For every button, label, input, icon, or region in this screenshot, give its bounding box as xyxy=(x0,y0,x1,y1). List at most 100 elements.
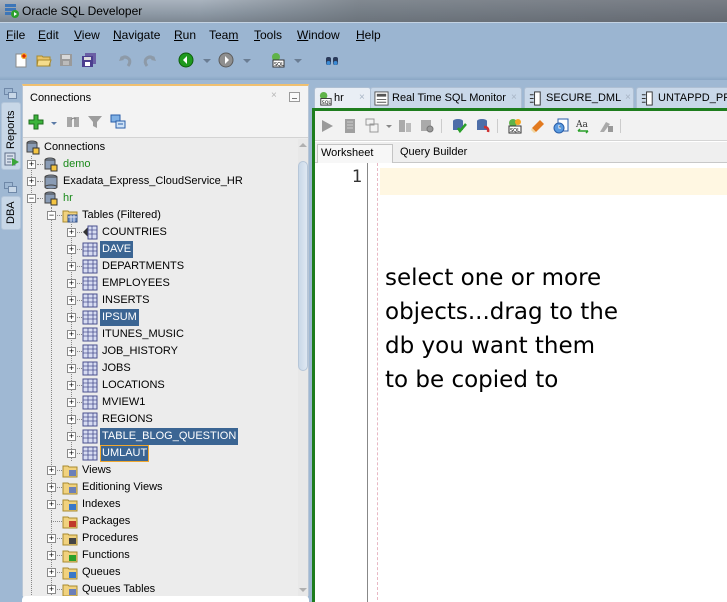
sql-history-icon[interactable] xyxy=(553,118,569,134)
close-icon[interactable]: × xyxy=(271,90,277,101)
menu-edit[interactable]: Edit xyxy=(38,28,59,42)
explain-plan-icon[interactable] xyxy=(397,118,413,134)
expand-icon[interactable]: + xyxy=(67,279,76,288)
expand-icon[interactable]: + xyxy=(67,228,76,237)
expand-icon[interactable]: + xyxy=(47,585,56,594)
menu-view[interactable]: View xyxy=(74,28,100,42)
subtab-query-builder[interactable]: Query Builder xyxy=(397,144,470,163)
refresh-icon[interactable] xyxy=(65,114,81,130)
minimize-icon[interactable] xyxy=(289,92,300,102)
open-folder-icon[interactable] xyxy=(36,52,52,68)
forward-icon[interactable] xyxy=(218,52,234,68)
sql-worksheet-dropdown-arrow[interactable] xyxy=(294,59,302,63)
back-dropdown-arrow[interactable] xyxy=(203,59,211,63)
commit-icon[interactable] xyxy=(451,118,467,134)
expand-icon[interactable]: + xyxy=(67,296,76,305)
expand-icon[interactable]: + xyxy=(27,177,36,186)
autotrace-icon[interactable] xyxy=(365,118,381,134)
expand-icon[interactable]: + xyxy=(47,500,56,509)
expand-icon[interactable]: + xyxy=(67,415,76,424)
filter-icon[interactable] xyxy=(87,114,103,130)
expand-icon[interactable]: + xyxy=(47,483,56,492)
expand-icon[interactable]: + xyxy=(67,313,76,322)
line-number: 1 xyxy=(351,167,362,187)
tab-label: hr xyxy=(334,92,344,104)
menu-window[interactable]: Window xyxy=(297,28,340,42)
undo-icon[interactable] xyxy=(117,52,133,68)
tree-vertical-scrollbar[interactable] xyxy=(298,139,308,597)
indexes-folder-icon xyxy=(62,499,78,512)
connections-tree: Connections + demo + Exadata_Express_Clo… xyxy=(23,139,298,597)
scroll-down-arrow[interactable] xyxy=(299,588,307,592)
menu-view-label: iew xyxy=(81,28,100,42)
save-all-icon[interactable] xyxy=(81,52,97,68)
expand-icon[interactable]: + xyxy=(47,551,56,560)
table-icon xyxy=(82,259,98,274)
menu-tools[interactable]: Tools xyxy=(254,28,282,42)
redo-icon[interactable] xyxy=(142,52,158,68)
current-line-highlight[interactable] xyxy=(380,168,727,195)
run-statement-icon[interactable] xyxy=(319,118,335,134)
scrollbar-thumb[interactable] xyxy=(298,161,308,371)
table-label: COUNTRIES xyxy=(102,226,167,238)
collapse-icon[interactable]: − xyxy=(47,211,56,220)
forward-dropdown-arrow[interactable] xyxy=(243,59,251,63)
expand-icon[interactable]: + xyxy=(67,432,76,441)
tree-guide-line xyxy=(71,224,72,461)
tab-close-icon[interactable]: × xyxy=(625,88,631,108)
add-connection-icon[interactable] xyxy=(28,114,44,130)
menu-run[interactable]: Run xyxy=(174,28,196,42)
expand-icon[interactable]: + xyxy=(67,330,76,339)
schema-browser-icon[interactable] xyxy=(110,114,126,130)
scroll-up-arrow[interactable] xyxy=(299,143,307,147)
find-binoculars-icon[interactable] xyxy=(324,52,340,68)
tab-untappd-prc[interactable]: UNTAPPD_PRC xyxy=(636,87,727,108)
tab-hr[interactable]: SQL hr × xyxy=(314,87,371,108)
expand-icon[interactable]: + xyxy=(67,245,76,254)
dock-restore-icon[interactable] xyxy=(4,88,17,99)
menu-team-label: Tea xyxy=(209,28,229,42)
object-type-label: Queues xyxy=(82,566,121,578)
expand-icon[interactable]: + xyxy=(47,568,56,577)
clear-eraser-icon[interactable] xyxy=(530,118,546,134)
expand-icon[interactable]: + xyxy=(47,534,56,543)
table-icon xyxy=(82,327,98,342)
tab-secure-dml[interactable]: SECURE_DML × xyxy=(524,87,634,108)
run-script-icon[interactable] xyxy=(342,118,358,134)
expand-icon[interactable]: + xyxy=(67,381,76,390)
tab-reports[interactable]: Reports xyxy=(1,102,21,170)
dock-restore-icon-2[interactable] xyxy=(4,182,17,193)
tab-close-icon[interactable]: × xyxy=(359,88,365,108)
unshared-sql-worksheet-icon[interactable]: SQL xyxy=(507,118,523,134)
menu-navigate[interactable]: Navigate xyxy=(113,28,160,42)
expand-icon[interactable]: + xyxy=(67,364,76,373)
expand-icon[interactable]: + xyxy=(27,160,36,169)
menu-help[interactable]: Help xyxy=(356,28,381,42)
sql-worksheet-icon[interactable]: SQL xyxy=(270,52,286,68)
sql-tuning-advisor-icon[interactable] xyxy=(419,118,435,134)
expand-icon[interactable]: + xyxy=(67,398,76,407)
expand-icon[interactable]: + xyxy=(67,262,76,271)
format-sql-icon[interactable] xyxy=(598,118,614,134)
expand-icon[interactable]: + xyxy=(67,449,76,458)
change-case-icon[interactable]: Aa xyxy=(575,118,591,134)
expand-icon[interactable]: + xyxy=(47,466,56,475)
save-icon[interactable] xyxy=(58,52,74,68)
back-icon[interactable] xyxy=(178,52,194,68)
autotrace-dropdown-arrow[interactable] xyxy=(386,125,392,128)
menu-file[interactable]: File xyxy=(6,28,25,42)
tab-dba[interactable]: DBA xyxy=(1,196,21,230)
menu-team[interactable]: Team xyxy=(209,28,238,42)
new-file-icon[interactable] xyxy=(13,52,29,68)
menu-bar: File Edit View Navigate Run Team Tools W… xyxy=(0,22,727,46)
table-label: EMPLOYEES xyxy=(102,277,170,289)
expand-icon[interactable]: + xyxy=(67,347,76,356)
collapse-icon[interactable]: − xyxy=(27,194,36,203)
add-connection-dropdown-arrow[interactable] xyxy=(51,122,57,125)
tab-real-time-sql-monitor[interactable]: Real Time SQL Monitor × xyxy=(370,87,522,108)
tab-close-icon[interactable]: × xyxy=(511,88,517,108)
svg-text:SQL: SQL xyxy=(510,128,520,134)
menu-file-label: ile xyxy=(13,28,26,42)
rollback-icon[interactable] xyxy=(475,118,491,134)
subtab-worksheet[interactable]: Worksheet xyxy=(317,144,393,163)
